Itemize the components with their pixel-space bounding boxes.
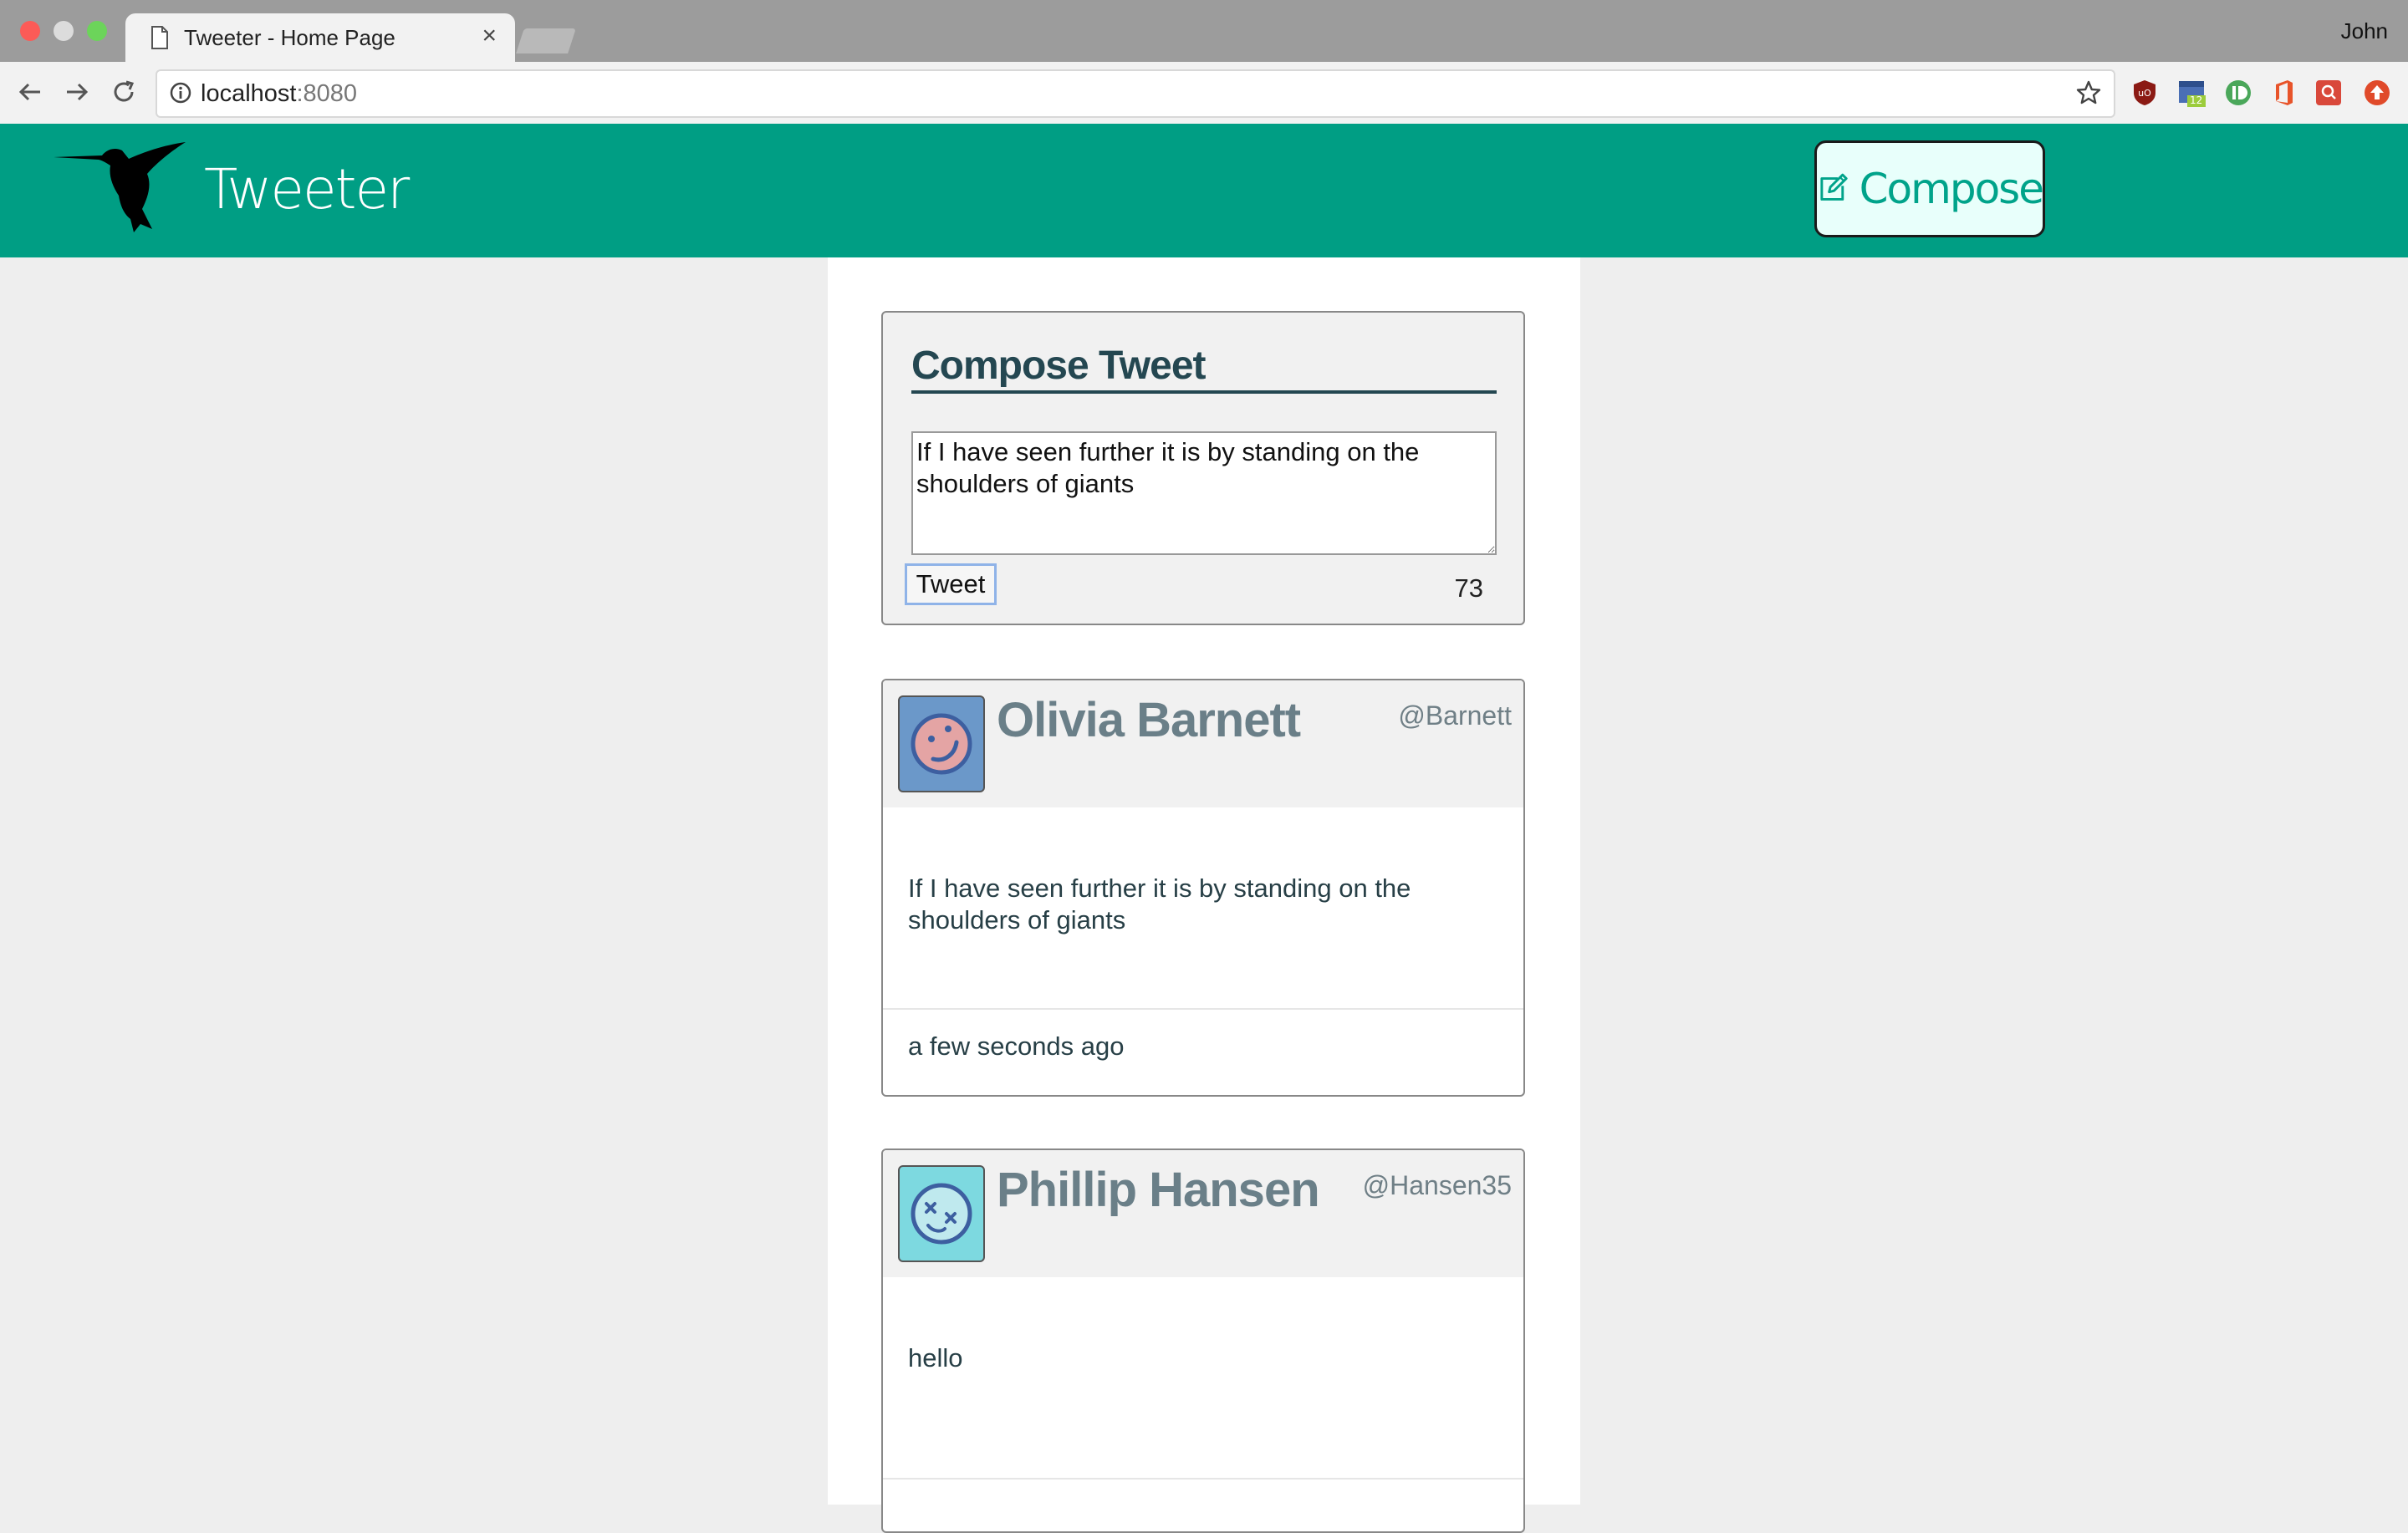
- tweet-submit-button[interactable]: Tweet: [905, 563, 997, 605]
- forward-arrow-icon: [67, 83, 89, 101]
- ublock-icon[interactable]: uO: [2130, 79, 2159, 107]
- tweet-card: Phillip Hansen @Hansen35 hello: [881, 1148, 1525, 1533]
- bookmark-star-icon[interactable]: [2075, 79, 2102, 106]
- back-button[interactable]: [12, 74, 48, 110]
- maximize-window-button[interactable]: [87, 21, 107, 41]
- tweet-header: Olivia Barnett @Barnett: [883, 680, 1523, 807]
- profile-name[interactable]: John: [2341, 18, 2388, 44]
- tweet-card: Olivia Barnett @Barnett If I have seen f…: [881, 679, 1525, 1097]
- reload-button[interactable]: [105, 74, 142, 110]
- office-icon[interactable]: [2269, 79, 2298, 107]
- app-header: Tweeter Compose: [0, 124, 2408, 257]
- tweet-author-name: Olivia Barnett: [997, 693, 1301, 747]
- tweet-content: hello: [908, 1343, 963, 1373]
- tweet-timestamp: a few seconds ago: [908, 1031, 1125, 1061]
- main-column: Compose Tweet If I have seen further it …: [828, 257, 1580, 1533]
- avatar: [898, 695, 985, 792]
- avatar: [898, 1165, 985, 1262]
- extension-badge: 12: [2190, 94, 2203, 106]
- new-tab-button[interactable]: [516, 28, 576, 53]
- tweet-author-handle: @Hansen35: [1362, 1170, 1512, 1200]
- tweet-author-handle: @Barnett: [1398, 700, 1512, 731]
- url-port: :8080: [296, 80, 358, 107]
- page-icon: [151, 26, 168, 49]
- compose-tweet-panel: Compose Tweet If I have seen further it …: [881, 311, 1525, 625]
- tab-close-icon[interactable]: ×: [482, 22, 497, 50]
- close-window-button[interactable]: [20, 21, 40, 41]
- url-text: localhost:8080: [201, 80, 357, 108]
- upload-extension-icon[interactable]: [2363, 79, 2391, 107]
- browser-tabstrip: Tweeter - Home Page × John: [0, 0, 2408, 62]
- info-icon[interactable]: [169, 81, 192, 104]
- smiley-avatar-icon: [911, 713, 972, 775]
- svg-text:uO: uO: [2138, 88, 2151, 99]
- browser-tab-active[interactable]: Tweeter - Home Page ×: [125, 13, 515, 62]
- tweet-footer-divider: [883, 1478, 1523, 1480]
- character-counter: 73: [1454, 573, 1483, 603]
- app-brand-title[interactable]: Tweeter: [204, 157, 410, 222]
- tweet-footer-divider: [883, 1008, 1523, 1010]
- dizzy-face-avatar-icon: [911, 1183, 972, 1245]
- browser-toolbar: localhost:8080 uO 12: [0, 62, 2408, 125]
- address-bar[interactable]: localhost:8080: [156, 69, 2115, 118]
- reload-icon: [114, 80, 135, 102]
- url-host: localhost: [201, 80, 297, 107]
- edit-icon: [1820, 173, 1848, 201]
- tweet-text-input[interactable]: If I have seen further it is by standing…: [911, 431, 1497, 555]
- back-arrow-icon: [18, 83, 40, 101]
- search-extension-icon[interactable]: [2314, 79, 2343, 107]
- hummingbird-logo-icon: [54, 142, 186, 232]
- tab-title: Tweeter - Home Page: [184, 25, 395, 50]
- calendar-extension-icon[interactable]: 12: [2177, 79, 2206, 107]
- tweet-author-name: Phillip Hansen: [997, 1163, 1320, 1217]
- compose-button-label: Compose: [1859, 165, 2044, 213]
- pushbullet-icon[interactable]: [2224, 79, 2252, 107]
- tweet-content: If I have seen further it is by standing…: [908, 873, 1411, 935]
- compose-panel-title: Compose Tweet: [911, 343, 1497, 394]
- compose-toggle-button[interactable]: Compose: [1814, 140, 2045, 237]
- minimize-window-button[interactable]: [54, 21, 74, 41]
- forward-button[interactable]: [59, 74, 95, 110]
- tweet-header: Phillip Hansen @Hansen35: [883, 1150, 1523, 1277]
